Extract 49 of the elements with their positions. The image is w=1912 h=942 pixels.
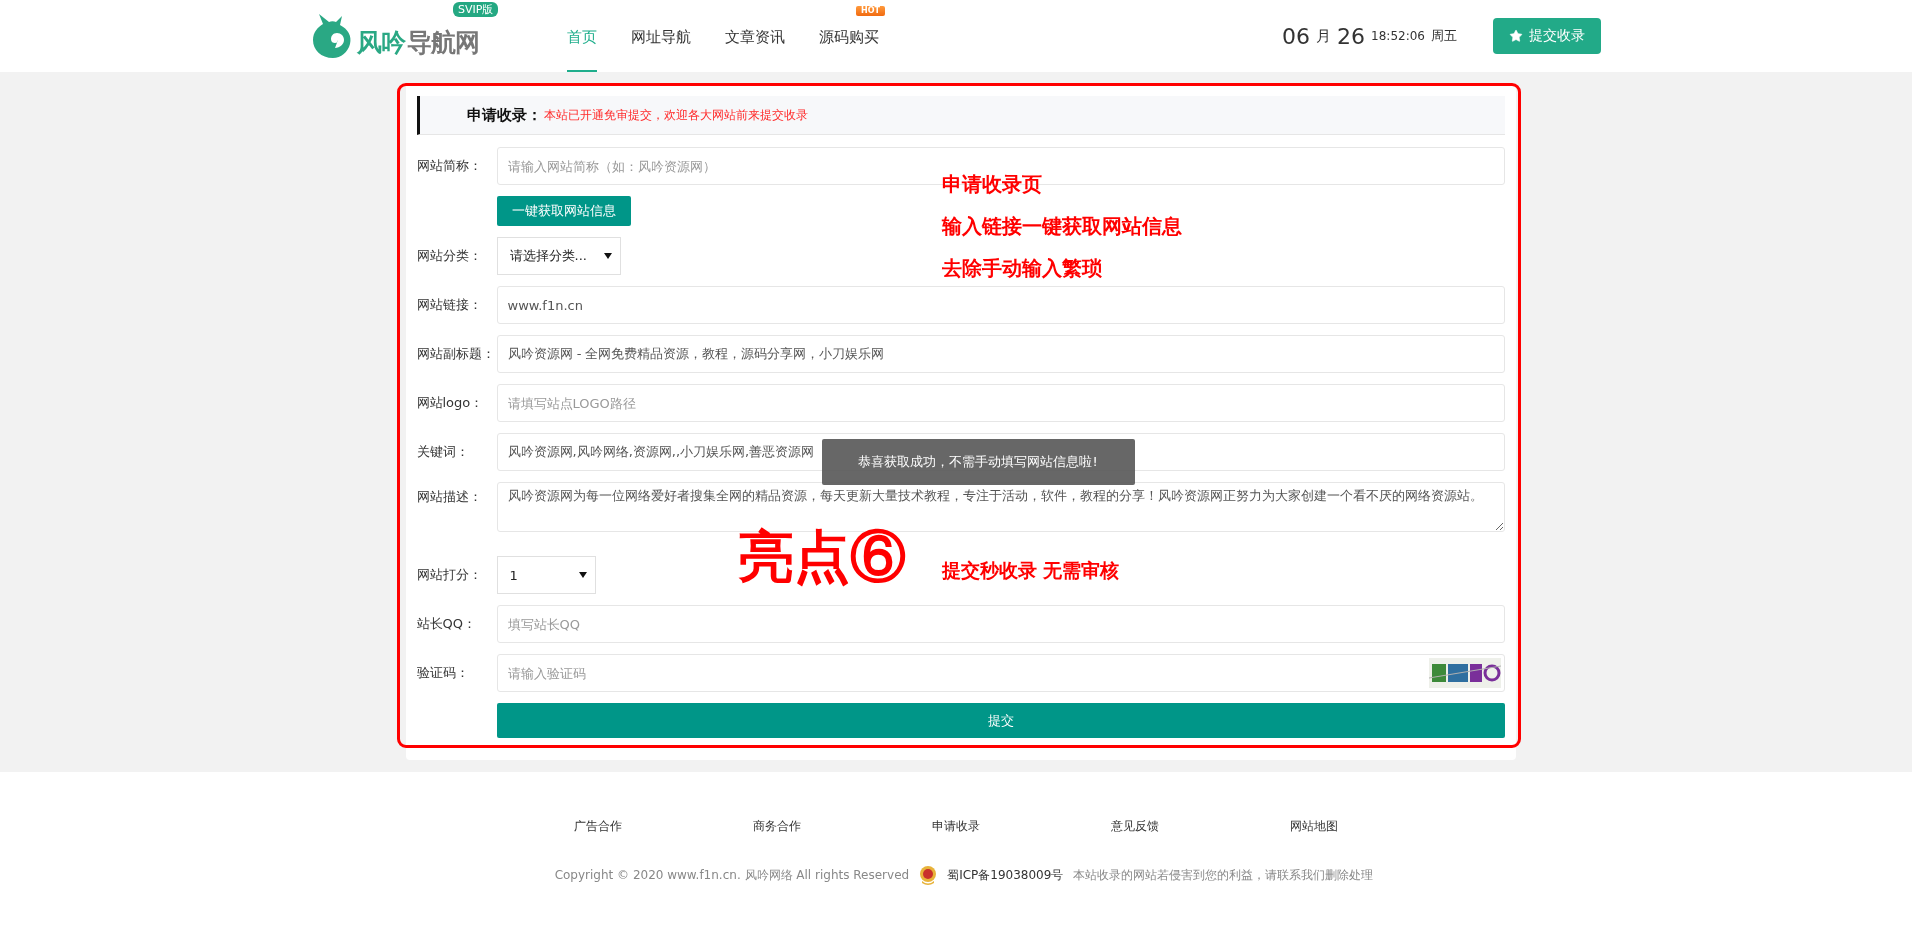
input-field[interactable]: 填写站长QQ [496,605,1505,643]
field-label: 验证码： [416,664,470,682]
input-field[interactable]: 请填写站点LOGO路径 [496,384,1505,422]
fetch-info-button[interactable]: 一键获取网站信息 [496,196,631,226]
police-emblem-icon [919,865,938,885]
date-day: 26 [1337,23,1366,49]
nav-link[interactable]: 网址导航 [631,27,691,47]
input-field[interactable]: 请输入验证码 [496,654,1505,692]
toast-message: 恭喜获取成功，不需手动填写网站信息啦! [821,439,1135,485]
form-title: 申请收录： [466,105,542,125]
footer-link[interactable]: 意见反馈 [1111,818,1159,835]
field-label: 网站分类： [416,247,483,265]
svip-badge: SVIP版 [453,2,499,17]
field-label: 网站logo： [416,394,485,412]
input-field[interactable]: 风吟资源网 - 全网免费精品资源，教程，源码分享网，小刀娱乐网 [496,335,1505,373]
field-label: 站长QQ： [416,615,477,633]
nav-link[interactable]: 源码购买 [819,27,879,47]
hot-badge: HOT [856,6,885,16]
form-notice: 本站已开通免审提交，欢迎各大网站前来提交收录 [543,106,808,124]
field-label: 网站简称： [416,157,483,175]
logo-text: 导航网 [407,26,479,59]
select-field[interactable]: 请选择分类... [496,237,621,275]
annotation-text: 提交秒收录 无需审核 [941,560,1120,581]
icp-link[interactable]: 蜀ICP备19038009号 [947,866,1064,884]
submit-button[interactable]: 提交 [496,703,1505,738]
caret-icon [578,572,587,578]
star-icon [1509,29,1523,43]
field-label: 网站描述： [416,488,483,506]
date-unit: 月 [1316,26,1332,46]
footer-link[interactable]: 网站地图 [1290,818,1338,835]
logo-text: 风吟 [357,26,405,59]
footer-link[interactable]: 申请收录 [932,818,980,835]
clock-time: 18:52:06 [1371,29,1425,43]
footer-link[interactable]: 广告合作 [574,818,622,835]
input-field[interactable]: www.f1n.cn [496,286,1505,324]
date-month: 06 [1282,23,1311,49]
field-label: 网站链接： [416,296,483,314]
caret-icon [603,253,612,259]
disclaimer-text: 本站收录的网站若侵害到您的利益，请联系我们删除处理 [1073,866,1374,884]
select-field[interactable]: 1 [496,556,596,594]
weekday: 周五 [1431,27,1457,45]
copyright-text: Copyright © 2020 www.f1n.cn. 风吟网络 All rights Reserved [554,866,910,884]
field-label: 关键词： [416,443,470,461]
annotation-text: 去除手动输入繁琐 [941,257,1102,279]
nav-link[interactable]: 文章资讯 [725,27,785,47]
field-label: 网站副标题： [416,345,496,363]
annotation-text: 输入链接一键获取网站信息 [941,215,1182,237]
footer-link[interactable]: 商务合作 [753,818,801,835]
field-label: 网站打分： [416,566,483,584]
